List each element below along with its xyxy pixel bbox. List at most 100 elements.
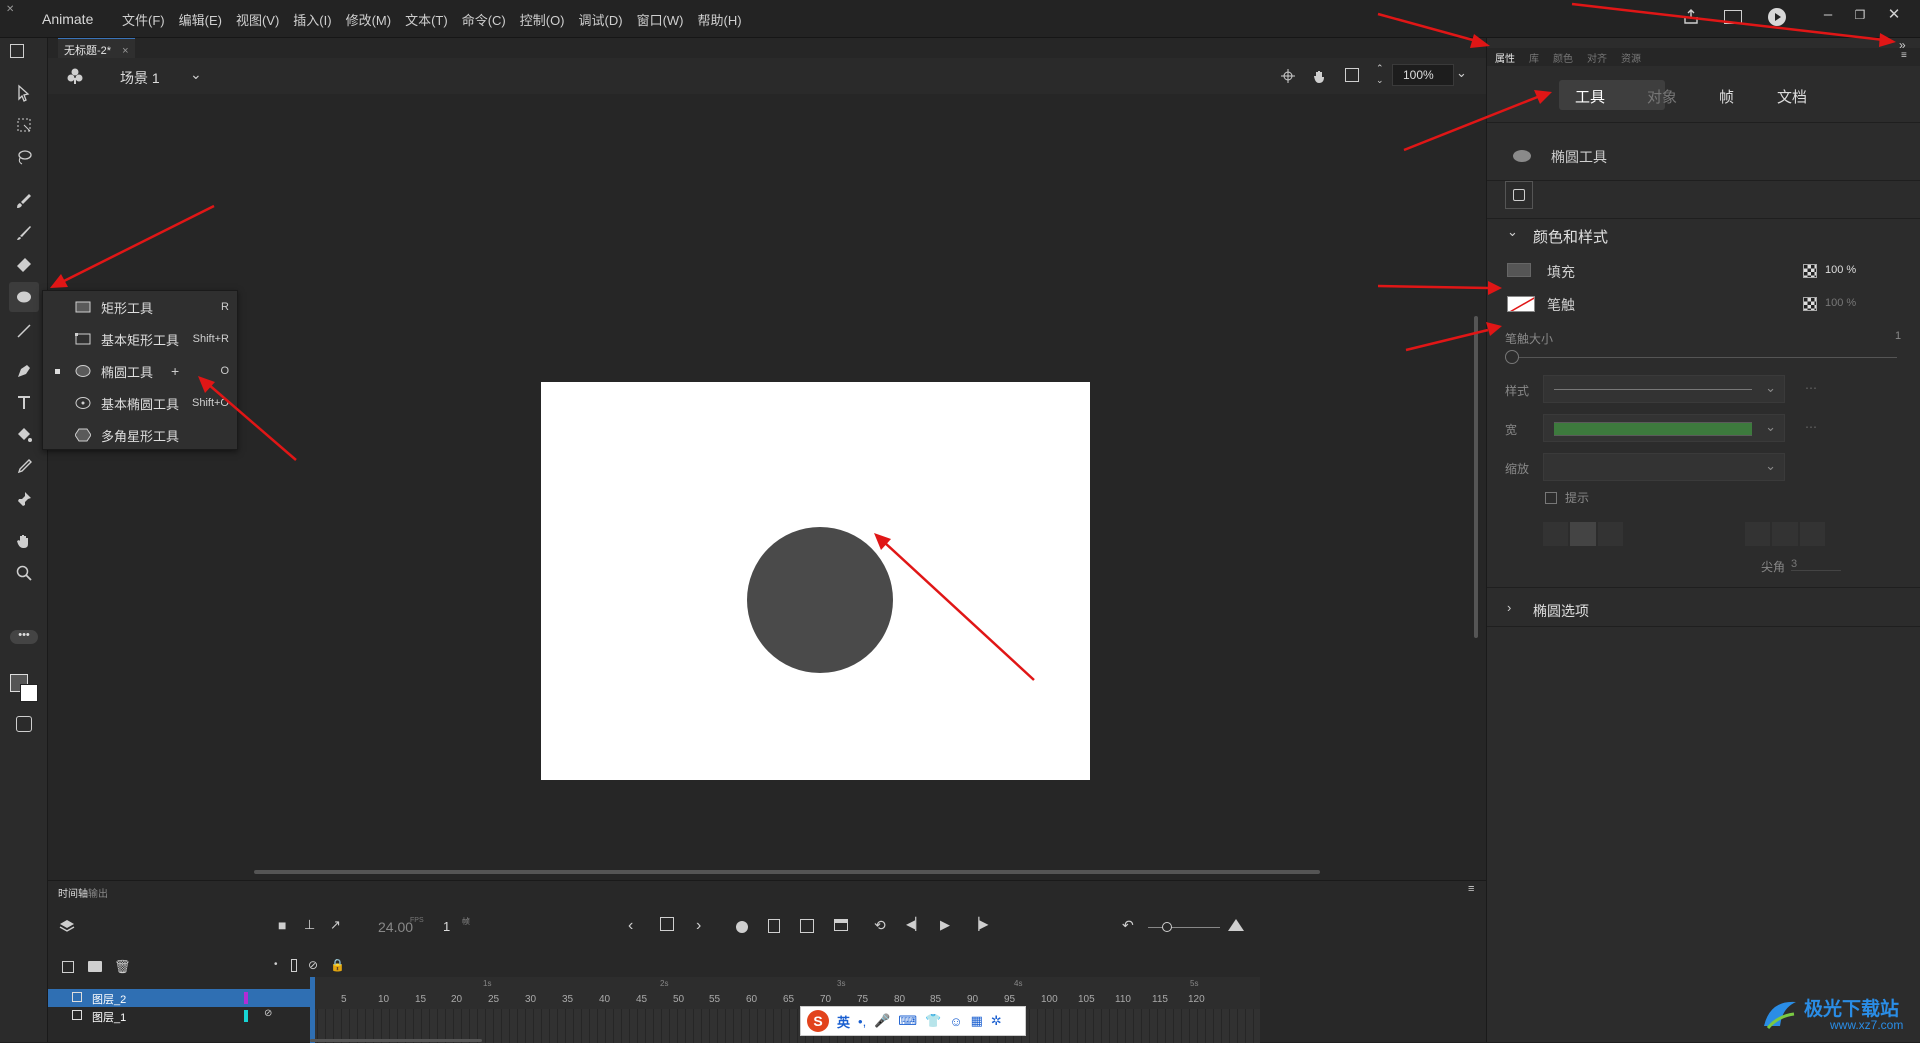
close-button[interactable]: ✕: [1880, 4, 1908, 26]
tool-menu-item[interactable]: 椭圆工具 O +: [43, 355, 237, 387]
rotate-stage-icon[interactable]: [1312, 68, 1328, 84]
sub-tab[interactable]: 文档: [1777, 86, 1807, 107]
chevron-down-icon[interactable]: ⌄: [1507, 224, 1518, 240]
fps-value[interactable]: 24.00: [378, 919, 413, 935]
test-movie-icon[interactable]: [1768, 8, 1786, 26]
toolbar-toggle-icon[interactable]: [10, 44, 24, 58]
layer-color-chip[interactable]: [244, 992, 248, 1004]
width-profile-select[interactable]: ⌄: [1543, 414, 1785, 442]
stroke-size-slider[interactable]: [1513, 357, 1897, 358]
layer-color-chip[interactable]: [244, 1010, 248, 1022]
outline-layers-icon[interactable]: [291, 959, 297, 972]
eyedropper-tool-icon[interactable]: [9, 452, 39, 482]
panel-menu-icon[interactable]: ≡: [1901, 50, 1907, 61]
join-miter-button[interactable]: [1745, 522, 1771, 546]
cap-round-button[interactable]: [1570, 522, 1596, 546]
prev-keyframe-icon[interactable]: ‹: [628, 917, 633, 935]
fill-opacity[interactable]: 100 %: [1825, 264, 1856, 276]
timeline-zoom-slider[interactable]: [1148, 927, 1220, 928]
menu-item[interactable]: 文本(T): [405, 10, 448, 29]
join-round-button[interactable]: [1772, 522, 1798, 546]
menu-item[interactable]: 编辑(E): [179, 10, 222, 29]
delete-layer-icon[interactable]: 🗑: [114, 959, 131, 975]
zoom-stepper-icon[interactable]: ⌃ ⌄: [1376, 62, 1384, 86]
ellipse-tool-icon[interactable]: [9, 282, 39, 312]
object-drawing-mode-button[interactable]: [1505, 181, 1533, 209]
stroke-opacity-icon[interactable]: [1803, 297, 1817, 311]
layers-icon[interactable]: [58, 917, 76, 935]
text-tool-icon[interactable]: [9, 388, 39, 418]
object-drawing-icon[interactable]: [16, 716, 32, 732]
tab-timeline[interactable]: 时间轴: [58, 885, 88, 900]
sub-tab[interactable]: 对象: [1647, 86, 1677, 107]
sogou-logo-icon[interactable]: S: [807, 1010, 829, 1032]
panel-menu-icon[interactable]: ≡: [1468, 883, 1474, 895]
sub-tab[interactable]: 工具: [1575, 86, 1605, 107]
menu-item[interactable]: 插入(I): [293, 10, 331, 29]
cap-none-button[interactable]: [1543, 522, 1569, 546]
settings-icon[interactable]: ✲: [991, 1013, 1002, 1029]
hidden-layer-icon[interactable]: ⊘: [264, 1008, 272, 1019]
onion-skin-icon[interactable]: [736, 921, 748, 933]
panel-tab[interactable]: 库: [1529, 50, 1539, 65]
show-hide-all-icon[interactable]: ⊘: [308, 958, 318, 972]
stroke-style-select[interactable]: ⌄: [1543, 375, 1785, 403]
restore-button[interactable]: ❐: [1846, 4, 1874, 26]
camera-icon[interactable]: ■: [278, 917, 286, 933]
hand-tool-icon[interactable]: [9, 526, 39, 556]
panel-tab[interactable]: 资源: [1621, 50, 1641, 65]
zoom-tool-icon[interactable]: [9, 558, 39, 588]
stroke-opacity[interactable]: 100 %: [1825, 297, 1856, 309]
cap-square-button[interactable]: [1597, 522, 1623, 546]
horizontal-scrollbar[interactable]: [254, 870, 1320, 874]
miter-value[interactable]: 3: [1791, 558, 1841, 571]
vertical-scrollbar[interactable]: [1474, 316, 1478, 638]
edit-symbols-icon[interactable]: [66, 67, 84, 88]
timeline-zoom-handle[interactable]: [1162, 922, 1172, 932]
apps-icon[interactable]: ▦: [971, 1013, 983, 1029]
stage-canvas[interactable]: [541, 382, 1090, 780]
section-ellipse-options[interactable]: 椭圆选项: [1533, 601, 1589, 621]
panel-controls-icon[interactable]: ✕: [6, 4, 14, 15]
loop-icon[interactable]: ⟲: [874, 917, 886, 934]
paint-bucket-tool-icon[interactable]: [9, 420, 39, 450]
panel-tab[interactable]: 对齐: [1587, 50, 1607, 65]
highlight-layers-icon[interactable]: •: [274, 959, 278, 970]
share-icon[interactable]: [1682, 8, 1700, 26]
menu-item[interactable]: 帮助(H): [698, 10, 742, 29]
sub-tab[interactable]: 帧: [1719, 86, 1734, 107]
zoom-dropdown-icon[interactable]: ⌄: [1456, 65, 1467, 81]
zoom-input[interactable]: 100%: [1392, 64, 1454, 86]
frame-grid[interactable]: [310, 1009, 1260, 1043]
playhead[interactable]: [310, 977, 315, 1043]
new-folder-icon[interactable]: [88, 961, 102, 972]
next-keyframe-icon[interactable]: ›: [696, 917, 701, 935]
layer-parenting-icon[interactable]: ⊥: [304, 917, 315, 933]
new-layer-icon[interactable]: [62, 961, 74, 973]
lock-all-icon[interactable]: 🔒: [330, 958, 345, 972]
step-back-icon[interactable]: ◀▏: [906, 917, 924, 931]
menu-item[interactable]: 命令(C): [462, 10, 506, 29]
panel-tab[interactable]: 颜色: [1553, 50, 1573, 65]
emoji-icon[interactable]: ☺: [949, 1014, 962, 1029]
tool-menu-item[interactable]: 多角星形工具: [43, 419, 237, 451]
insert-keyframe-icon[interactable]: [660, 917, 674, 931]
hint-checkbox[interactable]: [1545, 492, 1557, 504]
more-options-icon[interactable]: ⋯: [1805, 420, 1817, 434]
paint-brush-tool-icon[interactable]: [9, 186, 39, 216]
menu-item[interactable]: 窗口(W): [637, 10, 684, 29]
section-color-style[interactable]: 颜色和样式: [1533, 226, 1608, 247]
scale-select[interactable]: ⌄: [1543, 453, 1785, 481]
fill-opacity-icon[interactable]: [1803, 264, 1817, 278]
layer-row[interactable]: 图层_1 ⊘: [48, 1007, 310, 1025]
current-frame[interactable]: 1: [443, 919, 450, 934]
ime-language[interactable]: 英: [837, 1012, 850, 1031]
stroke-color-swatch[interactable]: [1507, 296, 1535, 312]
punctuation-icon[interactable]: •,: [858, 1014, 866, 1029]
menu-item[interactable]: 视图(V): [236, 10, 279, 29]
clip-stage-icon[interactable]: [1345, 68, 1359, 82]
line-tool-icon[interactable]: [9, 316, 39, 346]
tab-output[interactable]: 输出: [88, 885, 108, 900]
menu-item[interactable]: 修改(M): [346, 10, 392, 29]
pin-tool-icon[interactable]: [9, 484, 39, 514]
